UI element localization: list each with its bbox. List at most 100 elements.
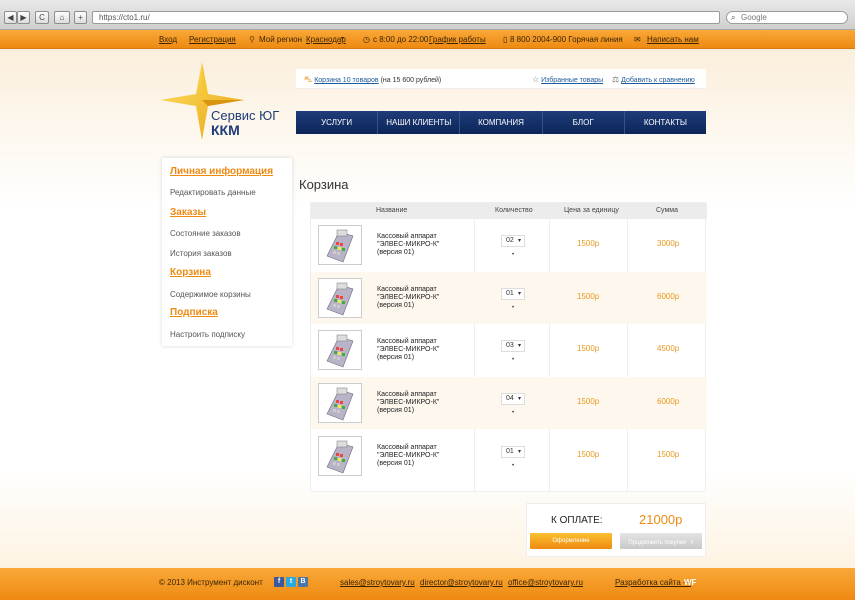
quantity-select[interactable]: 01 ▾ <box>501 288 525 300</box>
sidebar-item-order-status[interactable]: Состояние заказов <box>170 229 241 238</box>
header-price: Цена за единицу <box>564 207 619 214</box>
unit-price: 1500р <box>577 239 600 248</box>
table-row: Кассовый аппарат "ЭЛВЕС-МИКРО-К" (версия… <box>311 377 707 429</box>
menu-item-contacts[interactable]: КОНТАКТЫ <box>625 111 706 134</box>
chevron-down-icon: ▾ <box>341 36 345 42</box>
cart-link[interactable]: Корзина 10 товаров <box>314 77 378 84</box>
table-header: Название Количество Цена за единицу Сумм… <box>311 203 707 219</box>
product-name[interactable]: Кассовый аппарат "ЭЛВЕС-МИКРО-К" (версия… <box>377 338 447 362</box>
sidebar-item-order-history[interactable]: История заказов <box>170 249 232 258</box>
sidebar-item-subscription-settings[interactable]: Настроить подписку <box>170 330 245 339</box>
phone-icon: ▯ <box>503 35 508 44</box>
register-link[interactable]: Регистрация <box>189 35 236 44</box>
cart-table: Название Количество Цена за единицу Сумм… <box>310 202 707 492</box>
table-row: Кассовый аппарат "ЭЛВЕС-МИКРО-К" (версия… <box>311 219 707 271</box>
quantity-select[interactable]: 02 ▾ <box>501 235 525 247</box>
product-thumbnail[interactable] <box>318 436 362 476</box>
login-link[interactable]: Вход <box>159 35 177 44</box>
address-bar[interactable]: https://cto1.ru/ <box>92 11 720 24</box>
quantity-value: 01 <box>506 290 514 297</box>
header-name: Название <box>376 207 408 214</box>
sidebar-heading-subscription[interactable]: Подписка <box>170 307 218 318</box>
table-row: Кассовый аппарат "ЭЛВЕС-МИКРО-К" (версия… <box>311 430 707 482</box>
reload-button[interactable]: C <box>35 11 49 24</box>
developer-name: WF <box>684 578 697 587</box>
browser-toolbar: ◀ ▶ C ⌂ + https://cto1.ru/ ⌕ Google <box>0 0 855 30</box>
remove-dot-icon[interactable]: • <box>512 252 514 258</box>
quantity-select[interactable]: 01 ▾ <box>501 446 525 458</box>
browser-search-input[interactable]: ⌕ Google <box>726 11 848 24</box>
scales-icon: ⚖ <box>612 75 620 84</box>
star-icon: ☆ <box>532 75 540 84</box>
sidebar-heading-orders[interactable]: Заказы <box>170 207 206 218</box>
quantity-value: 02 <box>506 237 514 244</box>
remove-dot-icon[interactable]: • <box>512 463 514 469</box>
twitter-icon[interactable]: t <box>286 577 296 587</box>
menu-item-company[interactable]: КОМПАНИЯ <box>460 111 543 134</box>
product-thumbnail[interactable] <box>318 225 362 265</box>
main-menu: УСЛУГИ НАШИ КЛИЕНТЫ КОМПАНИЯ БЛОГ КОНТАК… <box>296 111 706 134</box>
header-qty: Количество <box>495 207 533 214</box>
unit-price: 1500р <box>577 450 600 459</box>
chevron-down-icon: ▾ <box>517 238 521 244</box>
region-label: Мой регион <box>259 35 303 44</box>
continue-shopping-label: Продолжить покупки <box>628 540 686 546</box>
email-director-link[interactable]: director@stroytovary.ru <box>420 578 503 587</box>
sidebar-item-edit[interactable]: Редактировать данные <box>170 188 256 197</box>
sidebar-heading-cart[interactable]: Корзина <box>170 267 211 278</box>
home-button[interactable]: ⌂ <box>54 11 70 24</box>
product-name[interactable]: Кассовый аппарат "ЭЛВЕС-МИКРО-К" (версия… <box>377 286 447 310</box>
back-button[interactable]: ◀ <box>4 11 17 24</box>
write-us-link[interactable]: Написать нам <box>647 35 699 44</box>
sidebar-heading-personal[interactable]: Личная информация <box>170 166 273 177</box>
product-thumbnail[interactable] <box>318 278 362 318</box>
vk-icon[interactable]: В <box>298 577 308 587</box>
logo-text-line1: Сервис ЮГ <box>211 108 280 123</box>
schedule-link[interactable]: График работы <box>429 35 486 44</box>
favorites-link[interactable]: Избранные товары <box>541 77 603 84</box>
developer-link[interactable]: Разработка сайта — <box>615 578 691 587</box>
product-thumbnail[interactable] <box>318 330 362 370</box>
table-row: Кассовый аппарат "ЭЛВЕС-МИКРО-К" (версия… <box>311 324 707 376</box>
menu-item-blog[interactable]: БЛОГ <box>543 111 625 134</box>
logo[interactable]: Сервис ЮГ ККМ <box>160 62 280 142</box>
chevron-right-icon: › <box>690 536 694 546</box>
search-placeholder: Google <box>741 13 767 22</box>
hours-text: с 8:00 до 22:00 <box>373 35 429 44</box>
compare-link[interactable]: Добавить к сравнению <box>621 77 695 84</box>
remove-dot-icon[interactable]: • <box>512 410 514 416</box>
product-thumbnail[interactable] <box>318 383 362 423</box>
chevron-down-icon: ▾ <box>517 291 521 297</box>
continue-shopping-button[interactable]: Продолжить покупки › <box>620 533 702 549</box>
quantity-value: 04 <box>506 395 514 402</box>
sidebar-item-cart-contents[interactable]: Содержимое корзины <box>170 290 251 299</box>
facebook-icon[interactable]: f <box>274 577 284 587</box>
user-info-row: ⛍ Корзина 10 товаров (на 15 600 рублей) … <box>296 69 706 89</box>
page-title: Корзина <box>299 177 349 192</box>
unit-price: 1500р <box>577 344 600 353</box>
unit-price: 1500р <box>577 397 600 406</box>
remove-dot-icon[interactable]: • <box>512 357 514 363</box>
email-office-link[interactable]: office@stroytovary.ru <box>508 578 583 587</box>
quantity-select[interactable]: 04 ▾ <box>501 393 525 405</box>
product-name[interactable]: Кассовый аппарат "ЭЛВЕС-МИКРО-К" (версия… <box>377 233 447 257</box>
account-sidebar: Личная информация Редактировать данные З… <box>162 158 292 346</box>
product-name[interactable]: Кассовый аппарат "ЭЛВЕС-МИКРО-К" (версия… <box>377 444 447 468</box>
email-sales-link[interactable]: sales@stroytovary.ru <box>340 578 415 587</box>
cart-total: (на 15 600 рублей) <box>380 77 442 84</box>
row-sum: 6000р <box>657 397 680 406</box>
menu-item-services[interactable]: УСЛУГИ <box>296 111 379 134</box>
forward-button[interactable]: ▶ <box>17 11 30 24</box>
quantity-select[interactable]: 03 ▾ <box>501 340 525 352</box>
table-row: Кассовый аппарат "ЭЛВЕС-МИКРО-К" (версия… <box>311 272 707 324</box>
product-name[interactable]: Кассовый аппарат "ЭЛВЕС-МИКРО-К" (версия… <box>377 391 447 415</box>
region-selector[interactable]: Краснодар <box>306 35 346 44</box>
remove-dot-icon[interactable]: • <box>512 305 514 311</box>
basket-icon: ⛍ <box>304 75 313 84</box>
chevron-down-icon: ▾ <box>517 343 521 349</box>
menu-item-clients[interactable]: НАШИ КЛИЕНТЫ <box>378 111 461 134</box>
checkout-button[interactable]: Оформление <box>530 533 612 549</box>
new-tab-button[interactable]: + <box>74 11 87 24</box>
clock-icon: ◷ <box>363 35 370 44</box>
quantity-value: 01 <box>506 448 514 455</box>
